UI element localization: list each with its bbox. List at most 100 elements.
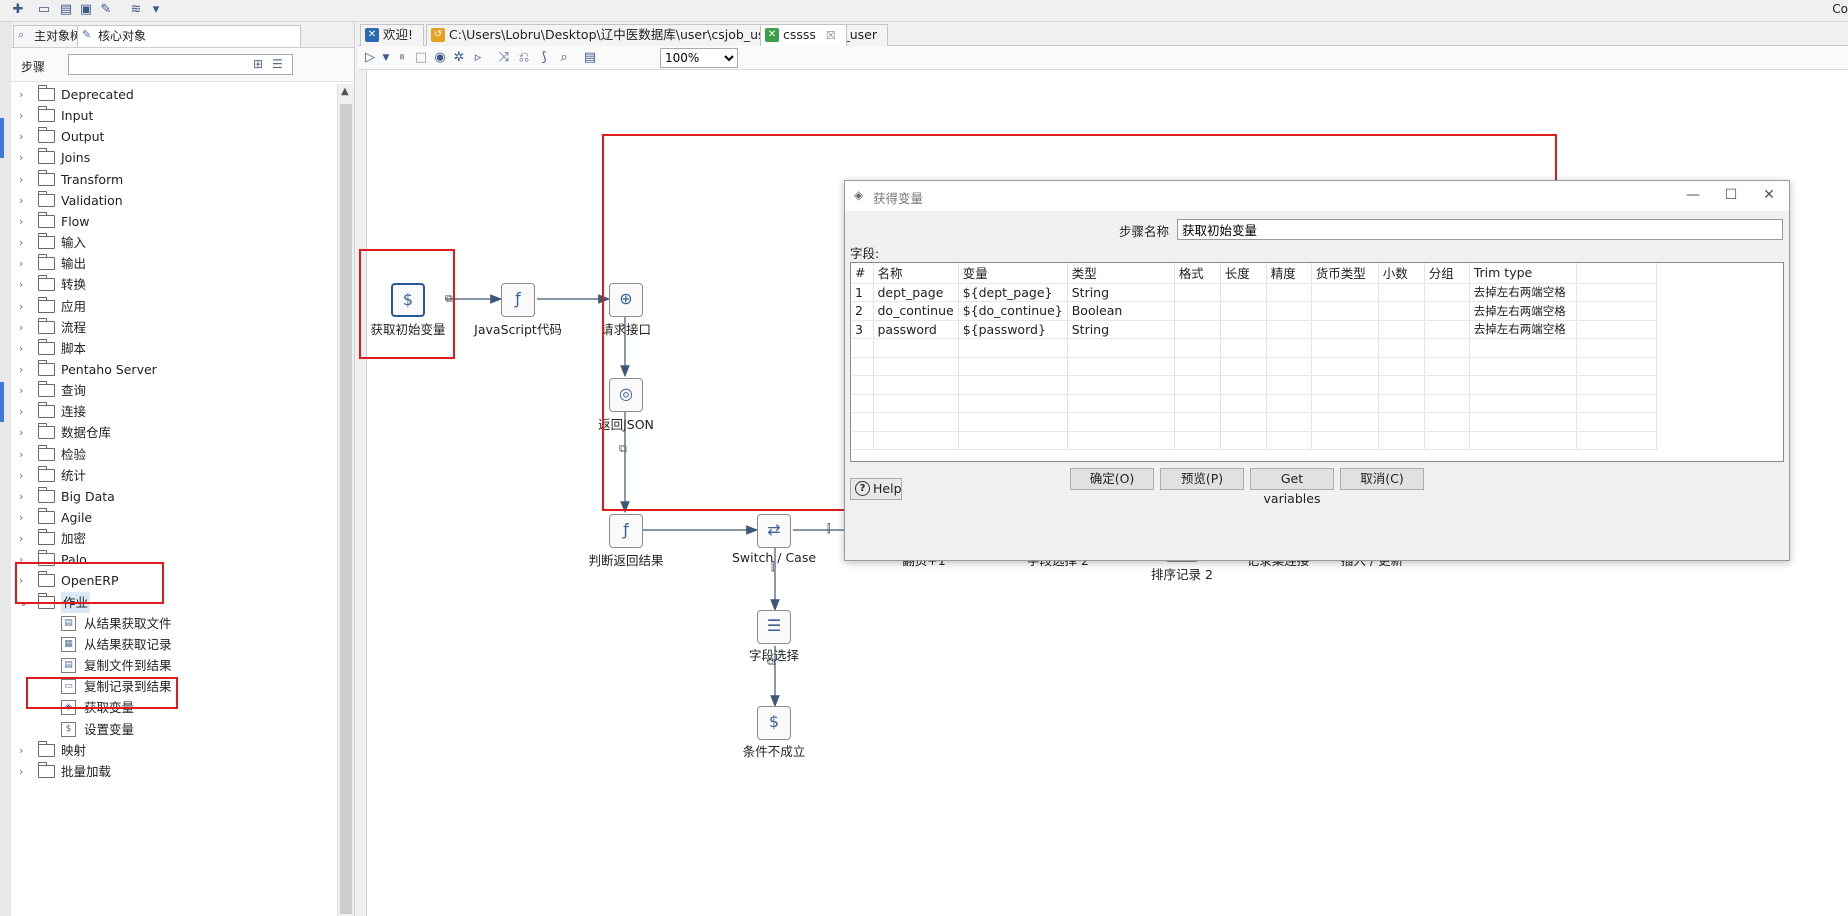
zoom-select[interactable]: 100% (660, 48, 738, 68)
grid-cell[interactable] (851, 412, 874, 432)
grid-cell[interactable] (1576, 301, 1657, 321)
table-row[interactable] (851, 338, 1657, 358)
grid-cell[interactable] (1378, 338, 1425, 358)
grid-cell[interactable] (1378, 375, 1425, 395)
grid-cell[interactable] (873, 375, 959, 395)
grid-cell[interactable]: 3 (851, 320, 874, 339)
grid-cell[interactable] (1266, 375, 1312, 395)
maximize-icon[interactable]: ☐ (1719, 184, 1743, 206)
chevron-right-icon[interactable]: › (19, 126, 31, 147)
grid-cell[interactable] (1469, 431, 1577, 450)
step-select-fields[interactable]: ☰ (757, 610, 791, 644)
grid-cell[interactable] (1220, 412, 1267, 432)
tab-core-objects[interactable]: ✎ 核心对象 (77, 25, 301, 47)
grid-column-header[interactable]: 分组 (1424, 263, 1470, 284)
tree-folder[interactable]: › 加密 (11, 528, 337, 549)
chevron-right-icon[interactable]: › (19, 169, 31, 190)
grid-cell[interactable] (1378, 431, 1425, 450)
grid-cell[interactable] (1576, 320, 1657, 339)
table-row[interactable] (851, 375, 1657, 395)
grid-cell[interactable] (1378, 320, 1425, 339)
chevron-right-icon[interactable]: › (19, 528, 31, 549)
grid-cell[interactable] (873, 412, 959, 432)
grid-cell[interactable] (851, 431, 874, 450)
tree-folder[interactable]: › Agile (11, 507, 337, 528)
fields-grid[interactable]: # 名称 变量 类型 格式 长度 精度 货币类型 小数 分组 Trim type 1 dept_pag… (850, 262, 1784, 462)
grid-cell[interactable]: password (873, 320, 959, 339)
table-row[interactable]: 3 password ${password} String 去掉左右两端空格 (851, 320, 1657, 339)
grid-cell[interactable] (1174, 320, 1221, 339)
table-row[interactable]: 2 do_continue ${do_continue} Boolean 去掉左右两端空… (851, 301, 1657, 321)
new-file-icon[interactable]: ✚ (10, 2, 26, 18)
dropdown-icon[interactable]: ▾ (148, 2, 164, 18)
grid-cell[interactable]: dept_page (873, 283, 959, 302)
explore-db-icon[interactable]: ⌕ (556, 50, 572, 66)
grid-column-header[interactable]: 小数 (1378, 263, 1425, 284)
grid-cell[interactable] (958, 375, 1068, 395)
chevron-right-icon[interactable]: › (19, 740, 31, 761)
grid-cell[interactable] (1576, 412, 1657, 432)
grid-cell[interactable] (1424, 338, 1470, 358)
chevron-right-icon[interactable]: › (19, 465, 31, 486)
grid-cell[interactable] (1266, 320, 1312, 339)
grid-cell[interactable] (1311, 283, 1379, 302)
chevron-right-icon[interactable]: › (19, 147, 31, 168)
grid-column-header[interactable]: 长度 (1220, 263, 1267, 284)
grid-cell[interactable]: 去掉左右两端空格 (1469, 301, 1577, 321)
grid-cell[interactable] (1378, 412, 1425, 432)
grid-cell[interactable] (1424, 394, 1470, 413)
tree-folder[interactable]: › Flow (11, 211, 337, 232)
grid-cell[interactable] (1174, 394, 1221, 413)
grid-cell[interactable] (958, 357, 1068, 376)
grid-cell[interactable] (1174, 283, 1221, 302)
explore-icon[interactable]: ▤ (58, 2, 74, 18)
grid-cell[interactable] (1576, 283, 1657, 302)
grid-cell[interactable] (1469, 394, 1577, 413)
chevron-right-icon[interactable]: › (19, 422, 31, 443)
grid-cell[interactable] (1311, 301, 1379, 321)
grid-cell[interactable] (1266, 283, 1312, 302)
table-row[interactable] (851, 357, 1657, 376)
tree-folder[interactable]: › 映射 (11, 740, 337, 761)
chevron-right-icon[interactable]: › (19, 253, 31, 274)
tree-folder[interactable]: › 批量加载 (11, 761, 337, 782)
grid-cell[interactable] (1576, 357, 1657, 376)
grid-cell[interactable] (1174, 375, 1221, 395)
tree-folder[interactable]: › 统计 (11, 465, 337, 486)
close-tab-icon[interactable]: ☒ (826, 29, 836, 42)
get-variables-button[interactable]: Get variables (1250, 468, 1334, 506)
grid-cell[interactable] (1469, 338, 1577, 358)
run-icon[interactable]: ▷ (362, 50, 378, 66)
grid-cell[interactable] (1424, 412, 1470, 432)
grid-cell[interactable] (1378, 394, 1425, 413)
grid-cell[interactable] (1378, 301, 1425, 321)
grid-cell[interactable] (1266, 357, 1312, 376)
grid-cell[interactable] (1067, 338, 1175, 358)
chevron-right-icon[interactable]: › (19, 338, 31, 359)
grid-cell[interactable] (1311, 375, 1379, 395)
grid-cell[interactable] (1576, 394, 1657, 413)
grid-cell[interactable] (873, 431, 959, 450)
chevron-right-icon[interactable]: › (19, 507, 31, 528)
grid-cell[interactable] (1378, 357, 1425, 376)
grid-cell[interactable] (851, 375, 874, 395)
preview-button[interactable]: 预览(P) (1160, 468, 1244, 490)
step-javascript[interactable]: ƒ (501, 283, 535, 317)
grid-cell[interactable]: Boolean (1067, 301, 1175, 321)
tree-folder[interactable]: › 输出 (11, 253, 337, 274)
grid-cell[interactable] (958, 431, 1068, 450)
tree-folder[interactable]: › 流程 (11, 317, 337, 338)
table-row[interactable] (851, 412, 1657, 432)
grid-cell[interactable] (1378, 283, 1425, 302)
grid-cell[interactable] (1424, 320, 1470, 339)
chevron-right-icon[interactable]: › (19, 380, 31, 401)
chevron-right-icon[interactable]: › (19, 84, 31, 105)
chevron-right-icon[interactable]: › (19, 486, 31, 507)
chevron-right-icon[interactable]: › (19, 401, 31, 422)
grid-cell[interactable] (873, 394, 959, 413)
grid-cell[interactable] (1220, 301, 1267, 321)
grid-cell[interactable] (1311, 338, 1379, 358)
grid-column-header[interactable]: 变量 (958, 263, 1068, 284)
grid-cell[interactable] (1469, 412, 1577, 432)
grid-column-header[interactable]: 货币类型 (1311, 263, 1379, 284)
